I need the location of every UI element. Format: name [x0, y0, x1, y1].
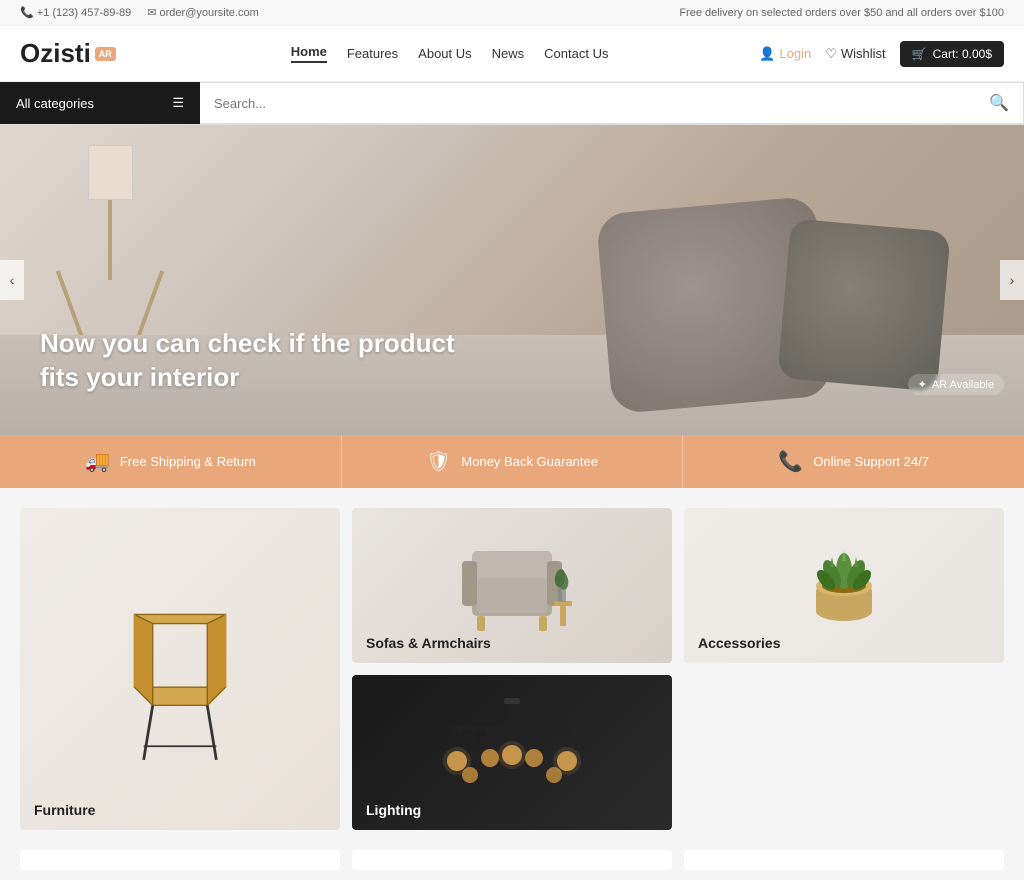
lighting-svg [432, 693, 592, 813]
category-accessories[interactable]: Accessories [684, 508, 1004, 663]
category-lighting[interactable]: Lighting [352, 675, 672, 830]
lighting-label: Lighting [366, 802, 421, 818]
nav-contact[interactable]: Contact Us [544, 46, 608, 61]
search-input[interactable] [200, 86, 975, 121]
furniture-image [20, 508, 340, 830]
feature-support-label: Online Support 24/7 [813, 454, 929, 469]
bottom-card-3 [684, 850, 1004, 870]
login-icon: 👤 [759, 46, 775, 62]
hero-ar-badge: ✦ AR Available [908, 374, 1004, 395]
wishlist-link[interactable]: ♡ Wishlist [825, 46, 885, 62]
left-arrow-icon: ‹ [10, 272, 15, 288]
feature-shipping: 🚚 Free Shipping & Return [0, 435, 341, 488]
menu-icon: ☰ [172, 95, 184, 111]
feature-guarantee-label: Money Back Guarantee [461, 454, 598, 469]
heart-icon: ♡ [825, 46, 837, 62]
hero-text-overlay: Now you can check if the product fits yo… [40, 327, 455, 395]
login-link[interactable]: 👤 Login [759, 46, 811, 62]
logo[interactable]: Ozisti AR [20, 38, 140, 69]
categories-label: All categories [16, 96, 94, 111]
right-arrow-icon: › [1010, 272, 1015, 288]
nav-home[interactable]: Home [291, 44, 327, 63]
sofa-svg [442, 526, 582, 646]
category-sofas[interactable]: Sofas & Armchairs [352, 508, 672, 663]
search-section: All categories ☰ 🔍 [0, 82, 1024, 125]
lamp-head [88, 145, 133, 200]
categories-dropdown[interactable]: All categories ☰ [0, 82, 200, 124]
bottom-card-1 [20, 850, 340, 870]
hero-prev-button[interactable]: ‹ [0, 260, 24, 300]
header: Ozisti AR Home Features About Us News Co… [0, 26, 1024, 82]
hero-heading: Now you can check if the product fits yo… [40, 327, 455, 395]
furniture-label: Furniture [34, 802, 95, 818]
hero-next-button[interactable]: › [1000, 260, 1024, 300]
bottom-row-hint [0, 850, 1024, 880]
nav-features[interactable]: Features [347, 46, 398, 61]
main-nav: Home Features About Us News Contact Us [160, 44, 739, 63]
search-icon: 🔍 [989, 95, 1009, 112]
top-bar: 📞 +1 (123) 457-89-89 ✉ order@yoursite.co… [0, 0, 1024, 26]
guarantee-icon: 🛡 [426, 449, 451, 474]
bottom-card-2 [352, 850, 672, 870]
top-bar-left: 📞 +1 (123) 457-89-89 ✉ order@yoursite.co… [20, 6, 259, 19]
ar-icon: ✦ [918, 378, 927, 391]
categories-section: Furniture [0, 488, 1024, 850]
header-actions: 👤 Login ♡ Wishlist 🛒 Cart: 0.00$ [759, 41, 1004, 67]
pillow-side [777, 218, 950, 391]
cart-icon: 🛒 [912, 47, 927, 61]
cart-button[interactable]: 🛒 Cart: 0.00$ [900, 41, 1004, 67]
phone-number: 📞 +1 (123) 457-89-89 [20, 6, 131, 19]
chair-svg [100, 569, 260, 769]
feature-guarantee: 🛡 Money Back Guarantee [341, 435, 683, 488]
accessories-svg [784, 536, 904, 636]
lamp-pole [108, 200, 112, 280]
nav-news[interactable]: News [492, 46, 525, 61]
accessories-label: Accessories [698, 635, 781, 651]
nav-about[interactable]: About Us [418, 46, 471, 61]
top-bar-promo: Free delivery on selected orders over $5… [679, 7, 1004, 19]
email-address: ✉ order@yoursite.com [147, 6, 258, 19]
hero-banner: Now you can check if the product fits yo… [0, 125, 1024, 435]
shipping-icon: 🚚 [85, 449, 110, 474]
feature-support: 📞 Online Support 24/7 [682, 435, 1024, 488]
support-icon: 📞 [778, 449, 803, 474]
ar-badge: AR [95, 47, 116, 61]
category-furniture[interactable]: Furniture [20, 508, 340, 830]
search-input-wrap: 🔍 [200, 82, 1024, 124]
sofas-label: Sofas & Armchairs [366, 635, 491, 651]
feature-shipping-label: Free Shipping & Return [120, 454, 256, 469]
logo-text: Ozisti [20, 38, 91, 69]
features-bar: 🚚 Free Shipping & Return 🛡 Money Back Gu… [0, 435, 1024, 488]
search-button[interactable]: 🔍 [975, 83, 1023, 123]
